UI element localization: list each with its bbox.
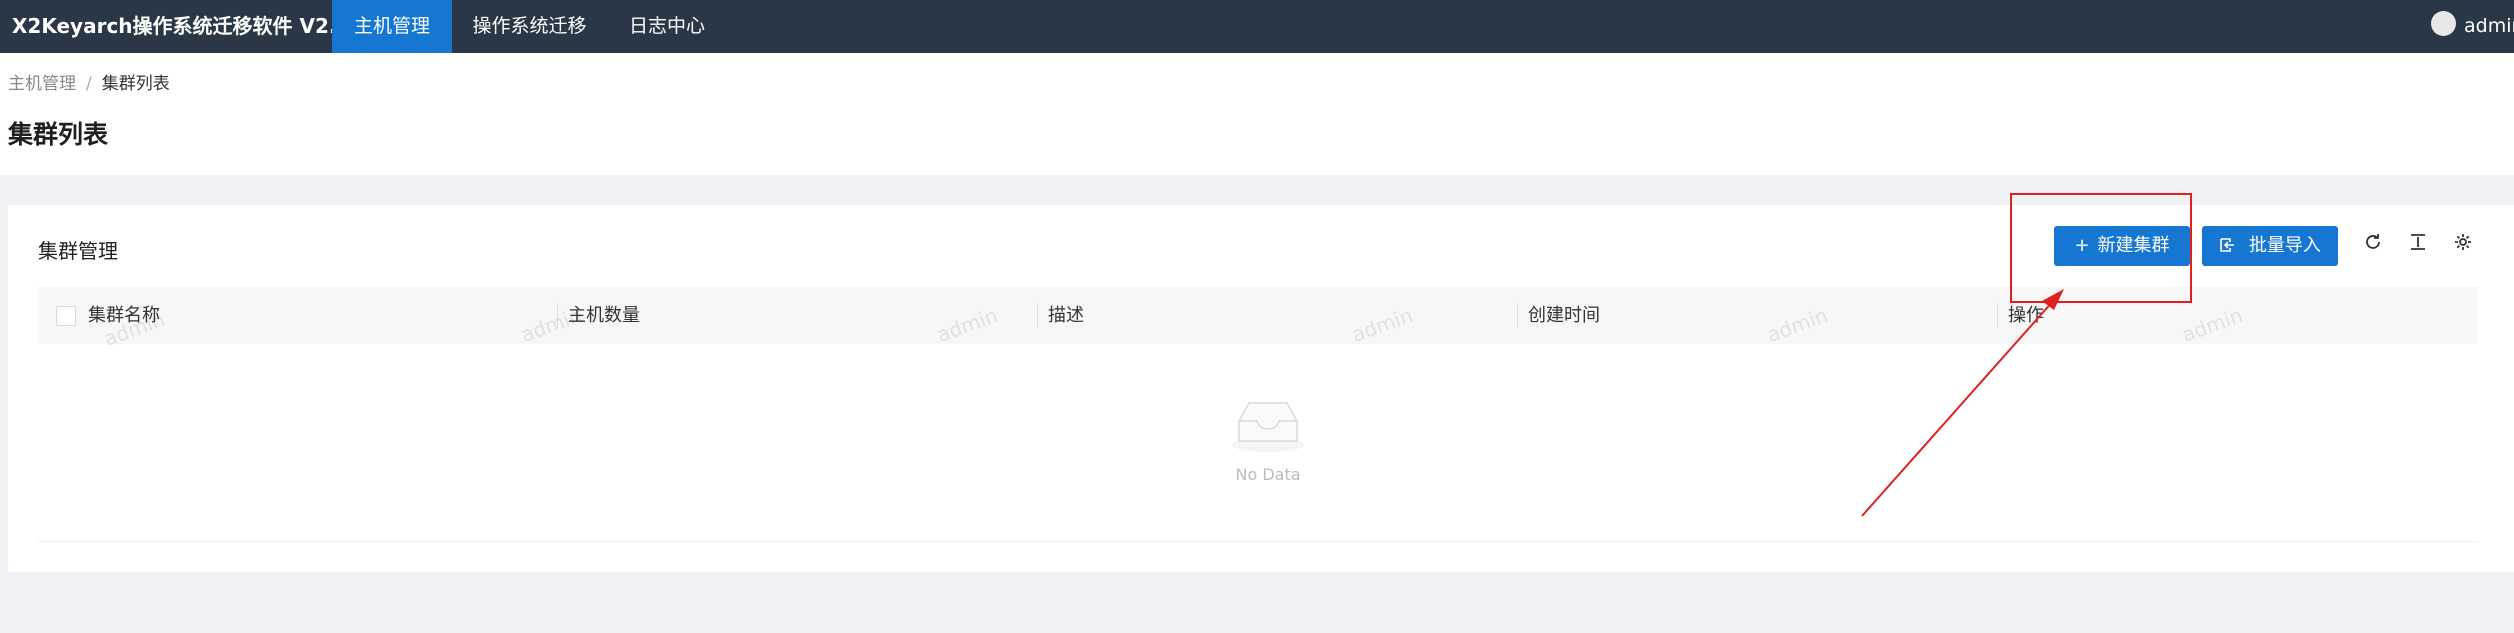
annotation-arrow — [1861, 289, 2064, 517]
